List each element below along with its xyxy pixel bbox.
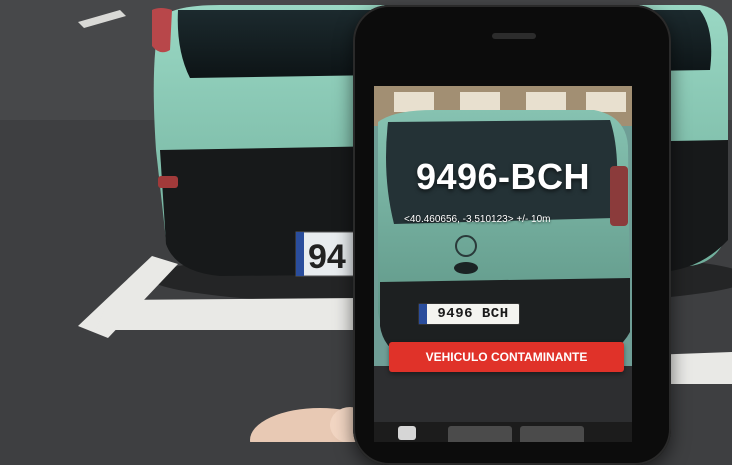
app-screen: 9496-BCH <40.460656, -3.510123> +/- 10m … xyxy=(374,86,632,442)
gps-coordinates-readout: <40.460656, -3.510123> +/- 10m xyxy=(404,214,551,225)
camera-car-handle xyxy=(454,262,478,274)
toolbar-tab[interactable] xyxy=(448,426,512,442)
real-license-plate-text: 94 xyxy=(308,238,346,276)
camera-building-window xyxy=(586,92,626,112)
phone-speaker xyxy=(492,33,536,39)
camera-building-window xyxy=(460,92,500,112)
car-reflector xyxy=(158,176,178,188)
camera-building-window xyxy=(394,92,434,112)
parking-line-horizontal xyxy=(96,298,360,330)
detected-license-plate-text: 9496 BCH xyxy=(437,306,509,322)
car-tail-light xyxy=(152,8,172,53)
camera-building-window xyxy=(526,92,566,112)
camera-view xyxy=(374,86,632,442)
detected-license-plate: 9496 BCH xyxy=(418,303,520,325)
plate-eu-band xyxy=(419,304,427,324)
real-license-plate-eu-band xyxy=(296,232,304,276)
detected-plate-readout: 9496-BCH xyxy=(415,156,591,197)
camera-icon[interactable] xyxy=(398,426,416,440)
toolbar-tab[interactable] xyxy=(520,426,584,442)
app-toolbar xyxy=(374,422,632,442)
polluting-vehicle-alert-button[interactable]: VEHICULO CONTAMINANTE xyxy=(389,342,624,372)
